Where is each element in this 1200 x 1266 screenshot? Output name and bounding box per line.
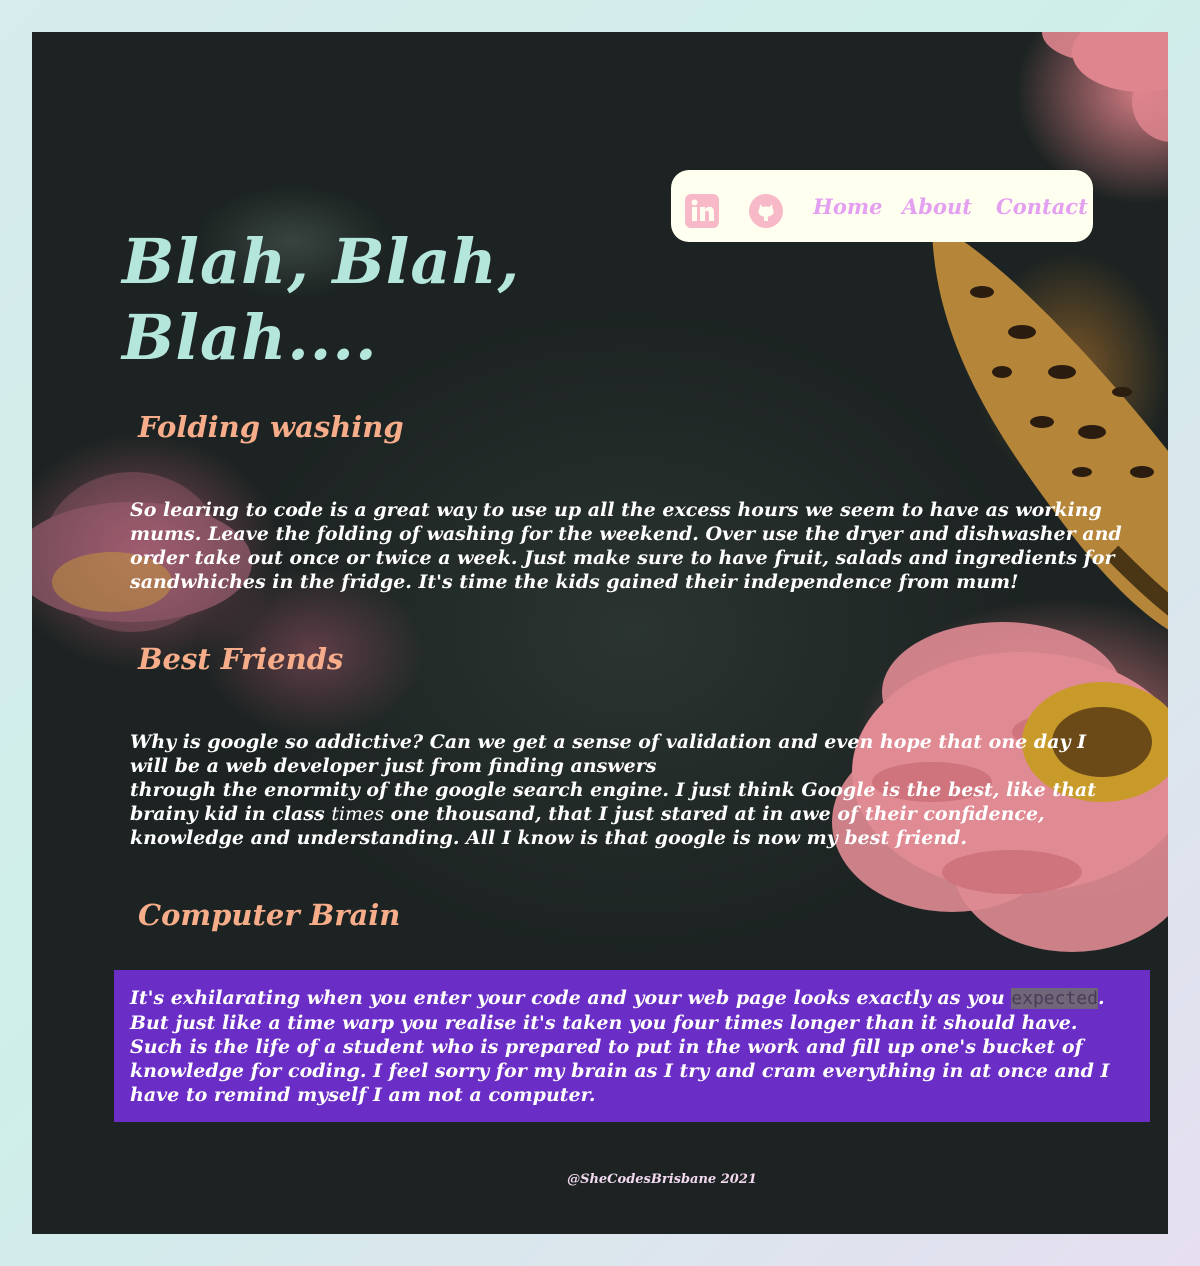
footer-credit: @SheCodesBrisbane 2021: [567, 1172, 757, 1187]
nav-link-about[interactable]: About: [902, 194, 972, 219]
linkedin-icon[interactable]: [685, 194, 719, 228]
highlighted-word: expected: [1011, 988, 1098, 1009]
page-frame: Home About Contact Blah, Blah, Blah.... …: [32, 32, 1168, 1234]
section-text-folding-washing: So learing to code is a great way to use…: [130, 499, 1122, 593]
section-heading-best-friends: Best Friends: [138, 642, 344, 676]
section-heading-computer-brain: Computer Brain: [138, 898, 401, 932]
best-friends-line-1: Why is google so addictive? Can we get a…: [130, 731, 1087, 777]
nav-link-home[interactable]: Home: [813, 194, 882, 219]
background-flower-top-image: [1042, 32, 1168, 142]
computer-brain-highlight-box: It's exhilarating when you enter your co…: [114, 970, 1150, 1122]
best-friends-emphasis: times: [331, 803, 385, 825]
section-text-best-friends: Why is google so addictive? Can we get a…: [130, 730, 1130, 850]
computer-brain-text-a: It's exhilarating when you enter your co…: [130, 987, 1012, 1009]
section-heading-folding-washing: Folding washing: [138, 410, 404, 444]
github-icon[interactable]: [749, 194, 783, 228]
background-butterfly-image: [932, 222, 1168, 630]
nav-link-contact[interactable]: Contact: [996, 194, 1088, 219]
page-title: Blah, Blah, Blah....: [122, 225, 521, 374]
top-navigation: Home About Contact: [671, 170, 1093, 242]
section-text-computer-brain: It's exhilarating when you enter your co…: [130, 986, 1130, 1107]
